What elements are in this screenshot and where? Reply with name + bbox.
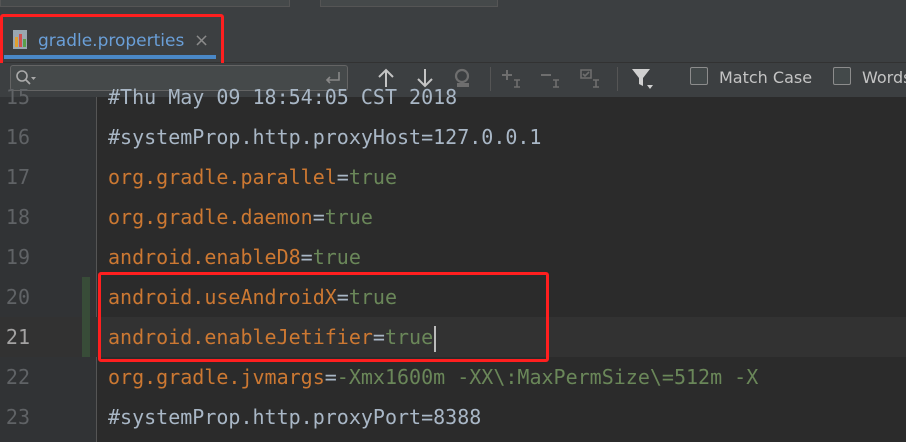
line-text: org.gradle.daemon=true xyxy=(108,197,373,237)
property-key: org.gradle.daemon xyxy=(108,205,313,229)
line-number: 23 xyxy=(5,405,30,429)
tab-label: gradle.properties xyxy=(38,31,185,51)
comment-text: #systemProp.http.proxyPort=8388 xyxy=(108,405,482,429)
code-editor[interactable]: 15 #Thu May 09 18:54:05 CST 2018 16 #sys… xyxy=(0,85,906,442)
toolbar-segment-middle xyxy=(320,0,498,7)
code-line: 19 android.enableD8=true xyxy=(0,237,906,277)
line-number: 20 xyxy=(5,285,30,309)
property-separator: = xyxy=(372,325,385,349)
code-line: 16 #systemProp.http.proxyHost=127.0.0.1 xyxy=(0,117,906,157)
tab-gradle-properties[interactable]: gradle.properties × xyxy=(4,17,218,61)
property-key: android.enableD8 xyxy=(108,245,301,269)
code-line: 23 #systemProp.http.proxyPort=8388 xyxy=(0,397,906,437)
property-value: true xyxy=(348,285,397,309)
line-text: org.gradle.parallel=true xyxy=(108,157,397,197)
change-marker xyxy=(82,277,90,317)
line-number: 17 xyxy=(5,165,30,189)
code-line: 20 android.useAndroidX=true xyxy=(0,277,906,317)
property-value: true xyxy=(348,165,397,189)
line-text: #systemProp.http.proxyHost=127.0.0.1 xyxy=(108,117,541,157)
property-key: org.gradle.parallel xyxy=(108,165,337,189)
line-text: #systemProp.http.proxyPort=8388 xyxy=(108,397,481,437)
close-icon[interactable]: × xyxy=(194,30,209,51)
line-number: 15 xyxy=(5,85,30,109)
property-separator: = xyxy=(336,165,349,189)
line-text: org.gradle.jvmargs=-Xmx1600m -XX\:MaxPer… xyxy=(108,357,758,397)
code-line: 15 #Thu May 09 18:54:05 CST 2018 xyxy=(0,77,906,117)
line-number: 22 xyxy=(5,365,30,389)
text-caret xyxy=(434,325,437,352)
code-line: 18 org.gradle.daemon=true xyxy=(0,197,906,237)
top-toolbar-strip xyxy=(0,0,906,8)
line-number: 16 xyxy=(5,125,30,149)
property-key: android.enableJetifier xyxy=(108,325,373,349)
active-tab-indicator xyxy=(4,55,216,59)
line-number: 21 xyxy=(5,325,30,349)
property-value: true xyxy=(384,325,434,349)
editor-tab-bar: gradle.properties × xyxy=(0,8,906,63)
code-line-current: 21 android.enableJetifier=true xyxy=(0,317,906,357)
property-separator: = xyxy=(312,205,325,229)
code-line: 17 org.gradle.parallel=true xyxy=(0,157,906,197)
properties-file-icon xyxy=(13,30,27,49)
property-separator: = xyxy=(336,285,349,309)
line-number: 19 xyxy=(5,245,30,269)
toolbar-segment-left xyxy=(0,0,290,7)
line-text: #Thu May 09 18:54:05 CST 2018 xyxy=(108,77,457,117)
line-text: android.enableD8=true xyxy=(108,237,361,277)
code-line: 22 org.gradle.jvmargs=-Xmx1600m -XX\:Max… xyxy=(0,357,906,397)
property-separator: = xyxy=(324,365,337,389)
line-text: android.useAndroidX=true xyxy=(108,277,397,317)
property-key: org.gradle.jvmargs xyxy=(108,365,325,389)
property-key: android.useAndroidX xyxy=(108,285,337,309)
property-value: true xyxy=(324,205,373,229)
property-value: true xyxy=(312,245,361,269)
property-separator: = xyxy=(300,245,313,269)
comment-text: #systemProp.http.proxyHost=127.0.0.1 xyxy=(108,125,542,149)
property-value: -Xmx1600m -XX\:MaxPermSize\=512m -X xyxy=(336,365,759,389)
change-marker xyxy=(82,317,90,357)
comment-text: #Thu May 09 18:54:05 CST 2018 xyxy=(108,85,458,109)
line-number: 18 xyxy=(5,205,30,229)
line-text: android.enableJetifier=true xyxy=(108,317,437,357)
